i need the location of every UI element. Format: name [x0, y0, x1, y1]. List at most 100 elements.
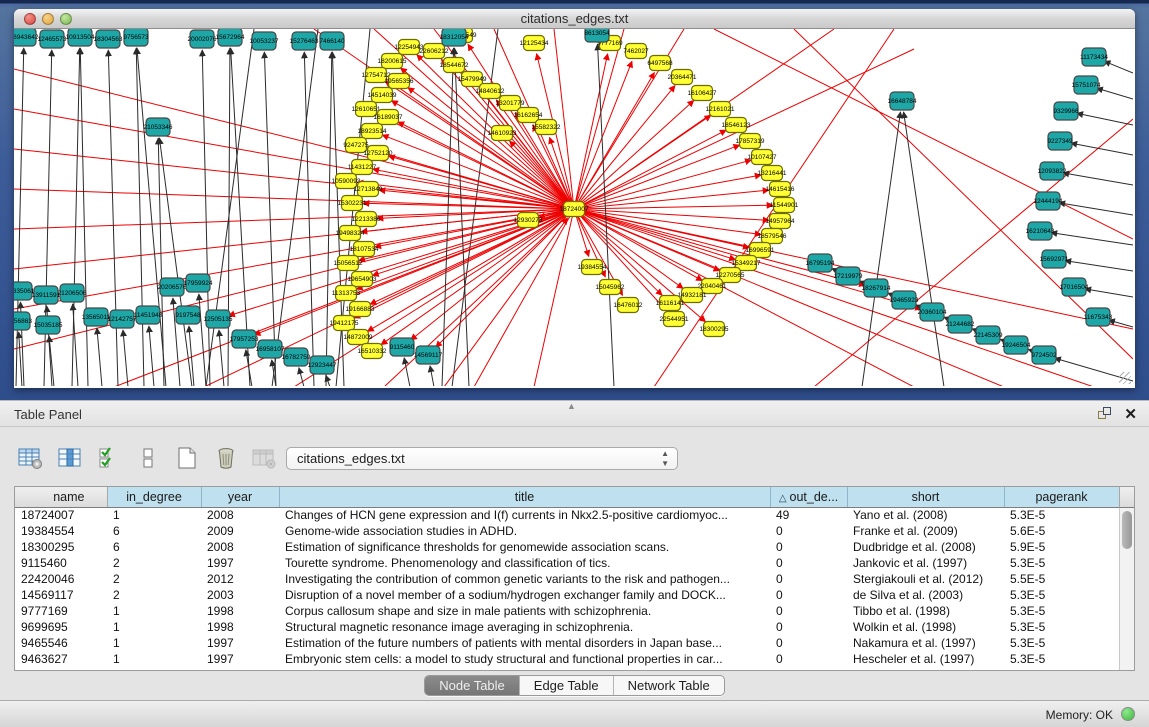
graph-node[interactable]: 12752120	[364, 146, 393, 161]
graph-node[interactable]: 18267914	[862, 279, 891, 297]
graph-node[interactable]: 16795194	[806, 254, 835, 272]
graph-node[interactable]: 18923514	[358, 124, 387, 139]
row-selection-icon[interactable]	[94, 443, 124, 473]
graph-node[interactable]: 18304563	[94, 30, 123, 48]
table-source-select[interactable]: citations_edges.txt ▲▼	[286, 447, 678, 470]
graph-node[interactable]: 19654903	[348, 272, 377, 287]
graph-node[interactable]: 20002076	[188, 30, 217, 48]
graph-node[interactable]: 16648784	[888, 92, 917, 110]
graph-node[interactable]: 13565011	[82, 308, 111, 326]
graph-node[interactable]: 20206576	[158, 278, 187, 296]
graph-node[interactable]: 18724007	[560, 202, 589, 217]
graph-node[interactable]: 10913504	[66, 29, 95, 46]
graph-node[interactable]: 19498324	[336, 226, 365, 241]
column-header-pagerank[interactable]: pagerank	[1004, 487, 1119, 507]
graph-node[interactable]: 17219979	[834, 267, 863, 285]
graph-node[interactable]: 16510332	[358, 344, 387, 359]
graph-node[interactable]: 16476012	[614, 298, 643, 313]
graph-node[interactable]: 15035185	[34, 316, 63, 334]
graph-node[interactable]: 9197548	[175, 306, 201, 324]
graph-node[interactable]: 12835061	[14, 282, 35, 300]
graph-node[interactable]: 12465573	[38, 30, 67, 48]
graph-node[interactable]: 11451948	[134, 306, 163, 324]
graph-node[interactable]: 7462027	[623, 44, 649, 59]
window-titlebar[interactable]: citations_edges.txt	[14, 9, 1135, 29]
column-header-short[interactable]: short	[847, 487, 1004, 507]
tab-node-table[interactable]: Node Table	[425, 676, 520, 695]
delete-table-icon[interactable]	[211, 443, 241, 473]
graph-node[interactable]: 21244682	[946, 315, 975, 333]
graph-node[interactable]: 15672964	[216, 29, 245, 46]
graph-node[interactable]: 17959924	[184, 274, 213, 292]
graph-node[interactable]: 17016504	[1060, 278, 1089, 296]
graph-node[interactable]: 15692971	[1040, 250, 1069, 268]
graph-node[interactable]: 15582322	[532, 120, 561, 135]
graph-node[interactable]: 19565356	[385, 74, 414, 89]
graph-node[interactable]: 11431227	[348, 160, 377, 175]
graph-node[interactable]: 12213386	[352, 212, 381, 227]
graph-node[interactable]: 15276463	[290, 32, 319, 50]
graph-node[interactable]: 17957253	[230, 330, 259, 348]
table-row[interactable]: 1938455462009Genome-wide association stu…	[15, 523, 1119, 539]
graph-node[interactable]: 11675343	[1084, 308, 1113, 326]
column-chooser-icon[interactable]	[55, 443, 85, 473]
graph-node[interactable]: 12093822	[1038, 162, 1067, 180]
graph-node[interactable]: 13911591	[32, 286, 61, 304]
graph-node[interactable]: 11156863	[14, 312, 32, 330]
graph-node[interactable]: 20364471	[668, 70, 697, 85]
graph-node[interactable]: 12930273	[514, 213, 543, 228]
tab-edge-table[interactable]: Edge Table	[520, 676, 614, 695]
new-table-icon[interactable]	[172, 443, 202, 473]
graph-node[interactable]: 18579546	[758, 229, 787, 244]
table-row[interactable]: 1456911722003Disruption of a novel membe…	[15, 587, 1119, 603]
graph-node[interactable]: 9756573	[123, 29, 149, 46]
graph-node[interactable]: 12444194	[1034, 192, 1063, 210]
graph-node[interactable]: 11313753	[332, 286, 361, 301]
graph-node[interactable]: 15751074	[1072, 76, 1101, 94]
graph-node[interactable]: 12254943	[395, 40, 424, 55]
graph-node[interactable]: 22544951	[660, 312, 689, 327]
graph-node[interactable]: 10107427	[748, 150, 777, 165]
graph-node[interactable]: 10590093	[332, 174, 361, 189]
graph-node[interactable]: 12142757	[108, 310, 137, 328]
graph-node[interactable]: 16106427	[688, 86, 717, 101]
graph-node[interactable]: 7466140	[319, 32, 345, 50]
table-row[interactable]: 969969511998Structural magnetic resonanc…	[15, 619, 1119, 635]
graph-node[interactable]: 11544901	[770, 198, 799, 213]
graph-node[interactable]: 19384554	[578, 260, 607, 275]
graph-node[interactable]: 12125434	[520, 36, 549, 51]
graph-node[interactable]: 16210643	[1026, 222, 1055, 240]
graph-node[interactable]: 12923447	[308, 356, 337, 374]
table-row[interactable]: 946554611997Estimation of the future num…	[15, 635, 1119, 651]
graph-node[interactable]: 12610651	[352, 102, 381, 117]
graph-node[interactable]: 16189037	[374, 110, 403, 125]
graph-node[interactable]: 20360104	[918, 303, 947, 321]
column-header-name[interactable]: name	[15, 487, 107, 507]
graph-node[interactable]: 18546123	[722, 118, 751, 133]
graph-node[interactable]: 14957964	[766, 214, 795, 229]
graph-node[interactable]: 9247275	[343, 138, 369, 153]
panel-splitter-handle[interactable]: ▲	[567, 401, 576, 411]
graph-node[interactable]: 12713849	[354, 182, 383, 197]
graph-node[interactable]: 15056512	[334, 256, 363, 271]
vertical-scrollbar[interactable]	[1119, 508, 1134, 670]
graph-node[interactable]: 17857319	[736, 134, 765, 149]
import-table-icon[interactable]	[250, 443, 280, 473]
column-header-out-de-[interactable]: △out_de...	[770, 487, 847, 507]
graph-node[interactable]: 19465923	[890, 291, 919, 309]
graph-node[interactable]: 9329966	[1053, 102, 1079, 120]
graph-node[interactable]: 21053346	[144, 118, 173, 136]
column-header-title[interactable]: title	[279, 487, 770, 507]
graph-node[interactable]: 6497568	[647, 56, 673, 71]
graph-node[interactable]: 12505135	[204, 310, 233, 328]
table-row[interactable]: 2242004622012Investigating the contribut…	[15, 571, 1119, 587]
column-header-in-degree[interactable]: in_degree	[107, 487, 201, 507]
graph-node[interactable]: 11173434	[1080, 48, 1108, 66]
graph-node[interactable]: 16116141	[656, 296, 685, 311]
table-row[interactable]: 1830029562008Estimation of significance …	[15, 539, 1119, 555]
graph-node[interactable]: 9115460	[390, 338, 415, 356]
graph-node[interactable]: 19412175	[330, 316, 359, 331]
table-settings-icon[interactable]	[16, 443, 46, 473]
network-canvas[interactable]: 1872400712254943182006151275471219565356…	[14, 29, 1133, 386]
graph-node[interactable]: 18300295	[700, 322, 729, 337]
